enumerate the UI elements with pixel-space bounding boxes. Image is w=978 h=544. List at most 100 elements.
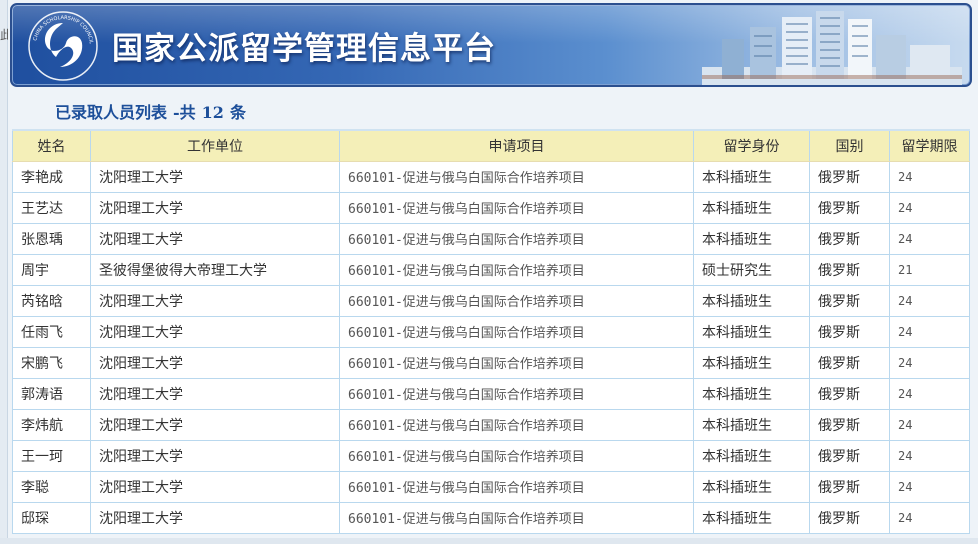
cell-employer: 沈阳理工大学 [90, 377, 340, 410]
cell-project: 660101-促进与俄乌白国际合作培养项目 [339, 191, 694, 224]
cell-project: 660101-促进与俄乌白国际合作培养项目 [339, 346, 694, 379]
cell-status: 本科插班生 [693, 191, 810, 224]
table-row: 王一珂 沈阳理工大学 660101-促进与俄乌白国际合作培养项目 本科插班生 俄罗斯 24 [12, 439, 970, 472]
cell-name: 任雨飞 [12, 315, 91, 348]
cell-country: 俄罗斯 [809, 501, 890, 534]
cell-name: 周宇 [12, 253, 91, 286]
cell-duration: 24 [889, 222, 970, 255]
cell-duration: 24 [889, 284, 970, 317]
cell-name: 张恩瑀 [12, 222, 91, 255]
cell-country: 俄罗斯 [809, 470, 890, 503]
table-row: 任雨飞 沈阳理工大学 660101-促进与俄乌白国际合作培养项目 本科插班生 俄罗斯 24 [12, 315, 970, 348]
cell-project: 660101-促进与俄乌白国际合作培养项目 [339, 315, 694, 348]
table-row: 宋鹏飞 沈阳理工大学 660101-促进与俄乌白国际合作培养项目 本科插班生 俄罗斯 24 [12, 346, 970, 379]
cell-project: 660101-促进与俄乌白国际合作培养项目 [339, 284, 694, 317]
cell-country: 俄罗斯 [809, 408, 890, 441]
page-title: 国家公派留学管理信息平台 [112, 31, 496, 67]
cell-name: 邸琛 [12, 501, 91, 534]
cell-country: 俄罗斯 [809, 191, 890, 224]
cell-country: 俄罗斯 [809, 315, 890, 348]
edge-char: 此 [0, 28, 8, 42]
cell-country: 俄罗斯 [809, 253, 890, 286]
cell-duration: 24 [889, 160, 970, 193]
admitted-list-table: 姓名 工作单位 申请项目 留学身份 国别 留学期限 李艳成 沈阳理工大学 66010… [12, 129, 970, 534]
cell-name: 王艺达 [12, 191, 91, 224]
cell-status: 本科插班生 [693, 501, 810, 534]
cell-employer: 沈阳理工大学 [90, 284, 340, 317]
city-skyline-icon [702, 11, 962, 85]
cell-country: 俄罗斯 [809, 160, 890, 193]
cell-employer: 圣彼得堡彼得大帝理工大学 [90, 253, 340, 286]
table-row: 周宇 圣彼得堡彼得大帝理工大学 660101-促进与俄乌白国际合作培养项目 硕士研究生… [12, 253, 970, 286]
cell-employer: 沈阳理工大学 [90, 160, 340, 193]
column-header-employer: 工作单位 [90, 129, 340, 162]
table-row: 李聪 沈阳理工大学 660101-促进与俄乌白国际合作培养项目 本科插班生 俄罗斯 24 [12, 470, 970, 503]
cell-duration: 24 [889, 408, 970, 441]
cell-name: 宋鹏飞 [12, 346, 91, 379]
cell-project: 660101-促进与俄乌白国际合作培养项目 [339, 408, 694, 441]
cell-name: 王一珂 [12, 439, 91, 472]
column-header-status: 留学身份 [693, 129, 810, 162]
cell-project: 660101-促进与俄乌白国际合作培养项目 [339, 439, 694, 472]
cell-country: 俄罗斯 [809, 222, 890, 255]
cell-status: 本科插班生 [693, 439, 810, 472]
table-row: 李艳成 沈阳理工大学 660101-促进与俄乌白国际合作培养项目 本科插班生 俄罗斯 24 [12, 160, 970, 193]
column-header-country: 国别 [809, 129, 890, 162]
cell-name: 芮铭晗 [12, 284, 91, 317]
cell-employer: 沈阳理工大学 [90, 439, 340, 472]
cell-project: 660101-促进与俄乌白国际合作培养项目 [339, 222, 694, 255]
header-banner: CHINA SCHOLARSHIP COUNCIL 国家公派留学管理信息平台 [10, 3, 972, 87]
cell-employer: 沈阳理工大学 [90, 191, 340, 224]
table-row: 张恩瑀 沈阳理工大学 660101-促进与俄乌白国际合作培养项目 本科插班生 俄罗斯 24 [12, 222, 970, 255]
list-total-count: 12 [201, 103, 224, 122]
cell-country: 俄罗斯 [809, 439, 890, 472]
cell-status: 本科插班生 [693, 346, 810, 379]
list-total-suffix: 条 [229, 103, 246, 122]
cell-duration: 24 [889, 346, 970, 379]
cell-duration: 24 [889, 439, 970, 472]
cell-employer: 沈阳理工大学 [90, 315, 340, 348]
cell-employer: 沈阳理工大学 [90, 501, 340, 534]
table-row: 芮铭晗 沈阳理工大学 660101-促进与俄乌白国际合作培养项目 本科插班生 俄罗斯 24 [12, 284, 970, 317]
cell-name: 李艳成 [12, 160, 91, 193]
cell-duration: 24 [889, 470, 970, 503]
cell-project: 660101-促进与俄乌白国际合作培养项目 [339, 253, 694, 286]
cell-project: 660101-促进与俄乌白国际合作培养项目 [339, 470, 694, 503]
table-row: 李炜航 沈阳理工大学 660101-促进与俄乌白国际合作培养项目 本科插班生 俄罗斯 24 [12, 408, 970, 441]
cell-duration: 21 [889, 253, 970, 286]
csc-logo-icon: CHINA SCHOLARSHIP COUNCIL [28, 11, 98, 81]
cell-employer: 沈阳理工大学 [90, 408, 340, 441]
list-title-text: 已录取人员列表 [55, 103, 168, 122]
bottom-edge [0, 538, 978, 544]
cell-status: 本科插班生 [693, 222, 810, 255]
cell-status: 本科插班生 [693, 160, 810, 193]
cell-employer: 沈阳理工大学 [90, 222, 340, 255]
cell-duration: 24 [889, 191, 970, 224]
cell-employer: 沈阳理工大学 [90, 470, 340, 503]
cell-name: 郭涛语 [12, 377, 91, 410]
cell-country: 俄罗斯 [809, 284, 890, 317]
table-row: 王艺达 沈阳理工大学 660101-促进与俄乌白国际合作培养项目 本科插班生 俄罗斯 24 [12, 191, 970, 224]
cell-status: 硕士研究生 [693, 253, 810, 286]
list-total-prefix: -共 [173, 103, 196, 122]
table-row: 郭涛语 沈阳理工大学 660101-促进与俄乌白国际合作培养项目 本科插班生 俄罗斯 24 [12, 377, 970, 410]
table-row: 邸琛 沈阳理工大学 660101-促进与俄乌白国际合作培养项目 本科插班生 俄罗斯 24 [12, 501, 970, 534]
cell-country: 俄罗斯 [809, 377, 890, 410]
cell-duration: 24 [889, 315, 970, 348]
table-body: 李艳成 沈阳理工大学 660101-促进与俄乌白国际合作培养项目 本科插班生 俄罗斯 24… [12, 160, 970, 534]
column-header-duration: 留学期限 [889, 129, 970, 162]
cell-project: 660101-促进与俄乌白国际合作培养项目 [339, 501, 694, 534]
cell-project: 660101-促进与俄乌白国际合作培养项目 [339, 377, 694, 410]
cell-employer: 沈阳理工大学 [90, 346, 340, 379]
left-edge-strip: 此 [0, 0, 8, 544]
column-header-project: 申请项目 [339, 129, 694, 162]
column-header-name: 姓名 [12, 129, 91, 162]
cell-status: 本科插班生 [693, 470, 810, 503]
cell-status: 本科插班生 [693, 284, 810, 317]
table-header-row: 姓名 工作单位 申请项目 留学身份 国别 留学期限 [12, 129, 970, 162]
cell-country: 俄罗斯 [809, 346, 890, 379]
list-title: 已录取人员列表 -共 12 条 [55, 99, 252, 123]
cell-name: 李炜航 [12, 408, 91, 441]
cell-status: 本科插班生 [693, 408, 810, 441]
cell-project: 660101-促进与俄乌白国际合作培养项目 [339, 160, 694, 193]
